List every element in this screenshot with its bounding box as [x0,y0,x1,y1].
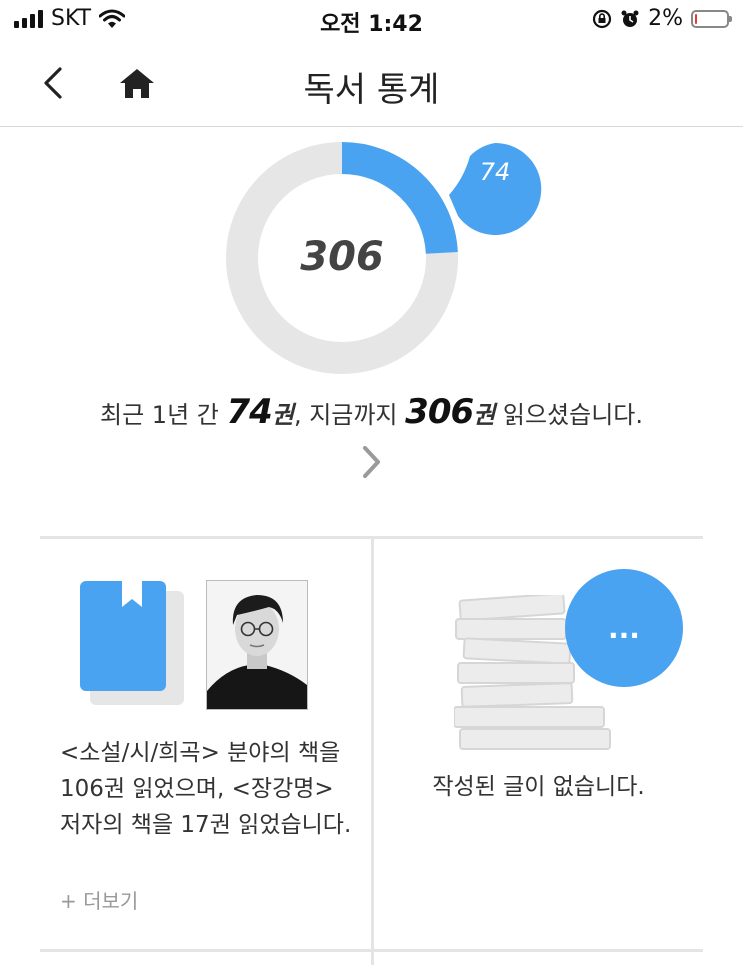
more-link[interactable]: + 더보기 [60,885,138,914]
empty-review-message: 작성된 글이 없습니다. [432,774,645,800]
battery-icon [691,9,732,28]
summary-middle: , 지금까지 [293,401,398,429]
summary-detail-button[interactable] [356,444,386,480]
summary-recent-count: 74 [226,392,273,432]
reading-donut-chart: 306 74 [0,128,743,388]
write-review-button[interactable]: ... [565,569,683,687]
total-books-count: 306 [300,234,384,280]
summary-total-count: 306 [405,392,474,432]
alarm-icon [621,10,639,27]
battery-percent: 2% [648,6,683,31]
chevron-left-icon [44,67,62,99]
summary-prefix: 최근 1년 간 [100,401,219,429]
home-icon [120,69,154,98]
summary-suffix: 읽으셨습니다. [502,401,643,429]
reading-summary: 최근 1년 간 74권, 지금까지 306권 읽으셨습니다. [0,392,743,432]
rotation-lock-icon [592,9,612,28]
summary-unit-total: 권 [473,401,496,429]
summary-unit-recent: 권 [271,401,294,429]
recent-count-bubble [449,142,542,235]
recent-books-count: 74 [479,158,511,186]
back-button[interactable] [30,60,76,106]
home-button[interactable] [112,60,162,106]
divider [40,949,703,952]
bookmark-book-icon [80,577,184,705]
battery-fill [695,13,697,24]
review-card: ... 작성된 글이 없습니다. [374,539,703,949]
status-bar: SKT 오전 1:42 2% [0,0,743,40]
author-photo[interactable] [206,580,308,710]
genre-author-card: <소설/시/희곡> 분야의 책을 106권 읽었으며, <장강명> 저자의 책을… [40,539,371,949]
author-portrait-image [207,581,307,709]
nav-bar: 독서 통계 [0,40,743,127]
genre-author-summary: <소설/시/희곡> 분야의 책을 106권 읽었으며, <장강명> 저자의 책을… [60,740,352,838]
chevron-right-icon [363,446,380,478]
status-bar-right: 2% [592,6,732,31]
